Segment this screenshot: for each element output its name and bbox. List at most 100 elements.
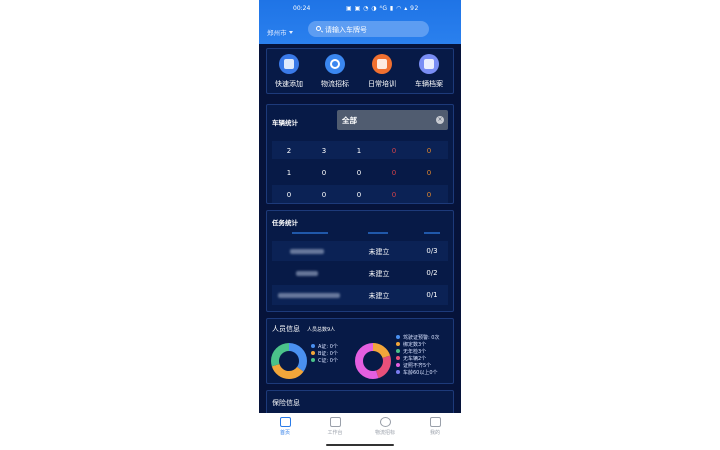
- legend-dot: [311, 344, 315, 348]
- legend-dot: [396, 335, 400, 339]
- truck-icon: [424, 59, 434, 69]
- top-bar: 00:24 ▣ ▣ ◔ ◑ ⁴G ▮ ◠ ▴ 92 郑州市 请输入车牌号: [259, 0, 461, 44]
- quick-action-label: 快速添加: [275, 80, 303, 88]
- task-count: 0/2: [426, 269, 438, 277]
- staff-total: 人员总数9人: [307, 327, 336, 333]
- stats-cell[interactable]: 0: [421, 191, 437, 199]
- vehicle-filter-value: 全部: [342, 116, 357, 125]
- stats-cell[interactable]: 1: [351, 147, 367, 155]
- stats-cell[interactable]: 0: [421, 147, 437, 155]
- legend-item: 无车辆2个: [396, 355, 426, 362]
- bottom-tab-bar: 首页 工作台 物流招标 我的: [259, 413, 461, 450]
- chevron-down-icon: [288, 31, 293, 34]
- status-bar: 00:24 ▣ ▣ ◔ ◑ ⁴G ▮ ◠ ▴ 92: [259, 3, 461, 15]
- status-icons: ▣ ▣ ◔ ◑ ⁴G ▮ ◠ ▴ 92: [346, 5, 419, 12]
- legend-dot: [396, 370, 400, 374]
- stats-cell[interactable]: 1: [281, 169, 297, 177]
- stats-cell[interactable]: 3: [316, 147, 332, 155]
- main-content[interactable]: 快速添加 物流招标 日常培训 车辆档案 车辆统计 全部 × 2 3 1 0 0 …: [259, 44, 461, 413]
- legend-item: A证: 0个: [311, 343, 338, 350]
- task-table-header: [272, 232, 448, 236]
- redacted-text: [296, 271, 318, 276]
- quick-add-button[interactable]: 快速添加: [269, 54, 309, 89]
- stats-cell[interactable]: 2: [281, 147, 297, 155]
- logistics-bidding-button[interactable]: 物流招标: [315, 54, 355, 89]
- tab-label: 物流招标: [374, 430, 395, 436]
- stats-cell[interactable]: 0: [421, 169, 437, 177]
- vehicle-stats-title: 车辆统计: [272, 119, 298, 127]
- city-selector[interactable]: 郑州市: [267, 27, 293, 37]
- tab-label: 我的: [429, 430, 440, 436]
- home-indicator[interactable]: [326, 444, 394, 446]
- target-icon: [330, 59, 340, 69]
- stats-row: 1 0 0 0 0: [272, 163, 448, 181]
- stats-cell[interactable]: 0: [351, 191, 367, 199]
- task-status: 未建立: [368, 248, 390, 256]
- stats-cell[interactable]: 0: [316, 191, 332, 199]
- vehicle-filter-select[interactable]: 全部 ×: [337, 110, 448, 130]
- vehicle-alert-donut-chart: [355, 343, 391, 379]
- redacted-text: [278, 293, 340, 298]
- stats-cell[interactable]: 0: [386, 169, 402, 177]
- stats-row: 2 3 1 0 0: [272, 141, 448, 159]
- legend-dot: [396, 356, 400, 360]
- city-label: 郑州市: [267, 29, 287, 37]
- stats-cell[interactable]: 0: [316, 169, 332, 177]
- legend-label: C证: 0个: [318, 358, 338, 364]
- task-count: 0/1: [426, 291, 438, 299]
- task-stats-title: 任务统计: [272, 219, 298, 227]
- legend-dot: [396, 363, 400, 367]
- legend-item: C证: 0个: [311, 357, 338, 364]
- task-row[interactable]: 未建立 0/2: [272, 263, 448, 283]
- tab-logistics-bidding[interactable]: 物流招标: [370, 417, 400, 436]
- tab-profile[interactable]: 我的: [420, 417, 450, 436]
- tab-workbench[interactable]: 工作台: [320, 417, 350, 436]
- tab-label: 首页: [279, 430, 290, 436]
- legend-dot: [396, 349, 400, 353]
- task-stats-card: 任务统计 未建立 0/3 未建立 0/2 未建立 0/1: [266, 210, 454, 312]
- legend-item: 驾驶证预警: 0次: [396, 334, 439, 341]
- task-row[interactable]: 未建立 0/1: [272, 285, 448, 305]
- add-vehicle-icon: [284, 59, 294, 69]
- home-icon: [279, 417, 291, 427]
- profile-icon: [429, 417, 441, 427]
- search-placeholder: 请输入车牌号: [325, 26, 367, 34]
- legend-item: 无年检3个: [396, 348, 426, 355]
- staff-info-title: 人员信息: [272, 325, 300, 333]
- stats-cell[interactable]: 0: [281, 191, 297, 199]
- task-status: 未建立: [368, 270, 390, 278]
- redacted-text: [290, 249, 324, 254]
- stats-cell[interactable]: 0: [386, 191, 402, 199]
- vehicle-archive-button[interactable]: 车辆档案: [409, 54, 449, 89]
- insurance-info-title: 保险信息: [272, 399, 300, 407]
- vehicle-stats-card: 车辆统计 全部 × 2 3 1 0 0 1 0 0 0 0 0 0 0 0 0: [266, 104, 454, 204]
- task-status: 未建立: [368, 292, 390, 300]
- task-row[interactable]: 未建立 0/3: [272, 241, 448, 261]
- quick-action-label: 物流招标: [321, 80, 349, 88]
- stats-cell[interactable]: 0: [351, 169, 367, 177]
- search-input[interactable]: 请输入车牌号: [308, 21, 429, 37]
- tab-label: 工作台: [327, 430, 343, 436]
- insurance-info-card: 保险信息: [266, 390, 454, 413]
- license-donut-chart: [271, 343, 307, 379]
- phone-screen: 00:24 ▣ ▣ ◔ ◑ ⁴G ▮ ◠ ▴ 92 郑州市 请输入车牌号 快速添…: [259, 0, 461, 450]
- stats-row: 0 0 0 0 0: [272, 185, 448, 203]
- clear-icon[interactable]: ×: [436, 116, 444, 124]
- legend-dot: [311, 351, 315, 355]
- task-count: 0/3: [426, 247, 438, 255]
- quick-action-label: 车辆档案: [415, 80, 443, 88]
- training-icon: [377, 59, 387, 69]
- quick-action-label: 日常培训: [368, 80, 396, 88]
- stats-cell[interactable]: 0: [386, 147, 402, 155]
- legend-item: B证: 0个: [311, 350, 338, 357]
- planet-icon: [379, 417, 391, 427]
- tab-home[interactable]: 首页: [270, 417, 300, 436]
- status-time: 00:24: [293, 5, 311, 12]
- staff-info-card: 人员信息 人员总数9人 A证: 0个 B证: 0个 C证: 0个 驾驶证预警: …: [266, 318, 454, 384]
- search-icon: [316, 26, 321, 31]
- daily-training-button[interactable]: 日常培训: [362, 54, 402, 89]
- legend-item: 车龄60以上0个: [396, 369, 438, 376]
- legend-item: 证照不齐5个: [396, 362, 431, 369]
- workbench-icon: [329, 417, 341, 427]
- quick-actions-card: 快速添加 物流招标 日常培训 车辆档案: [266, 48, 454, 94]
